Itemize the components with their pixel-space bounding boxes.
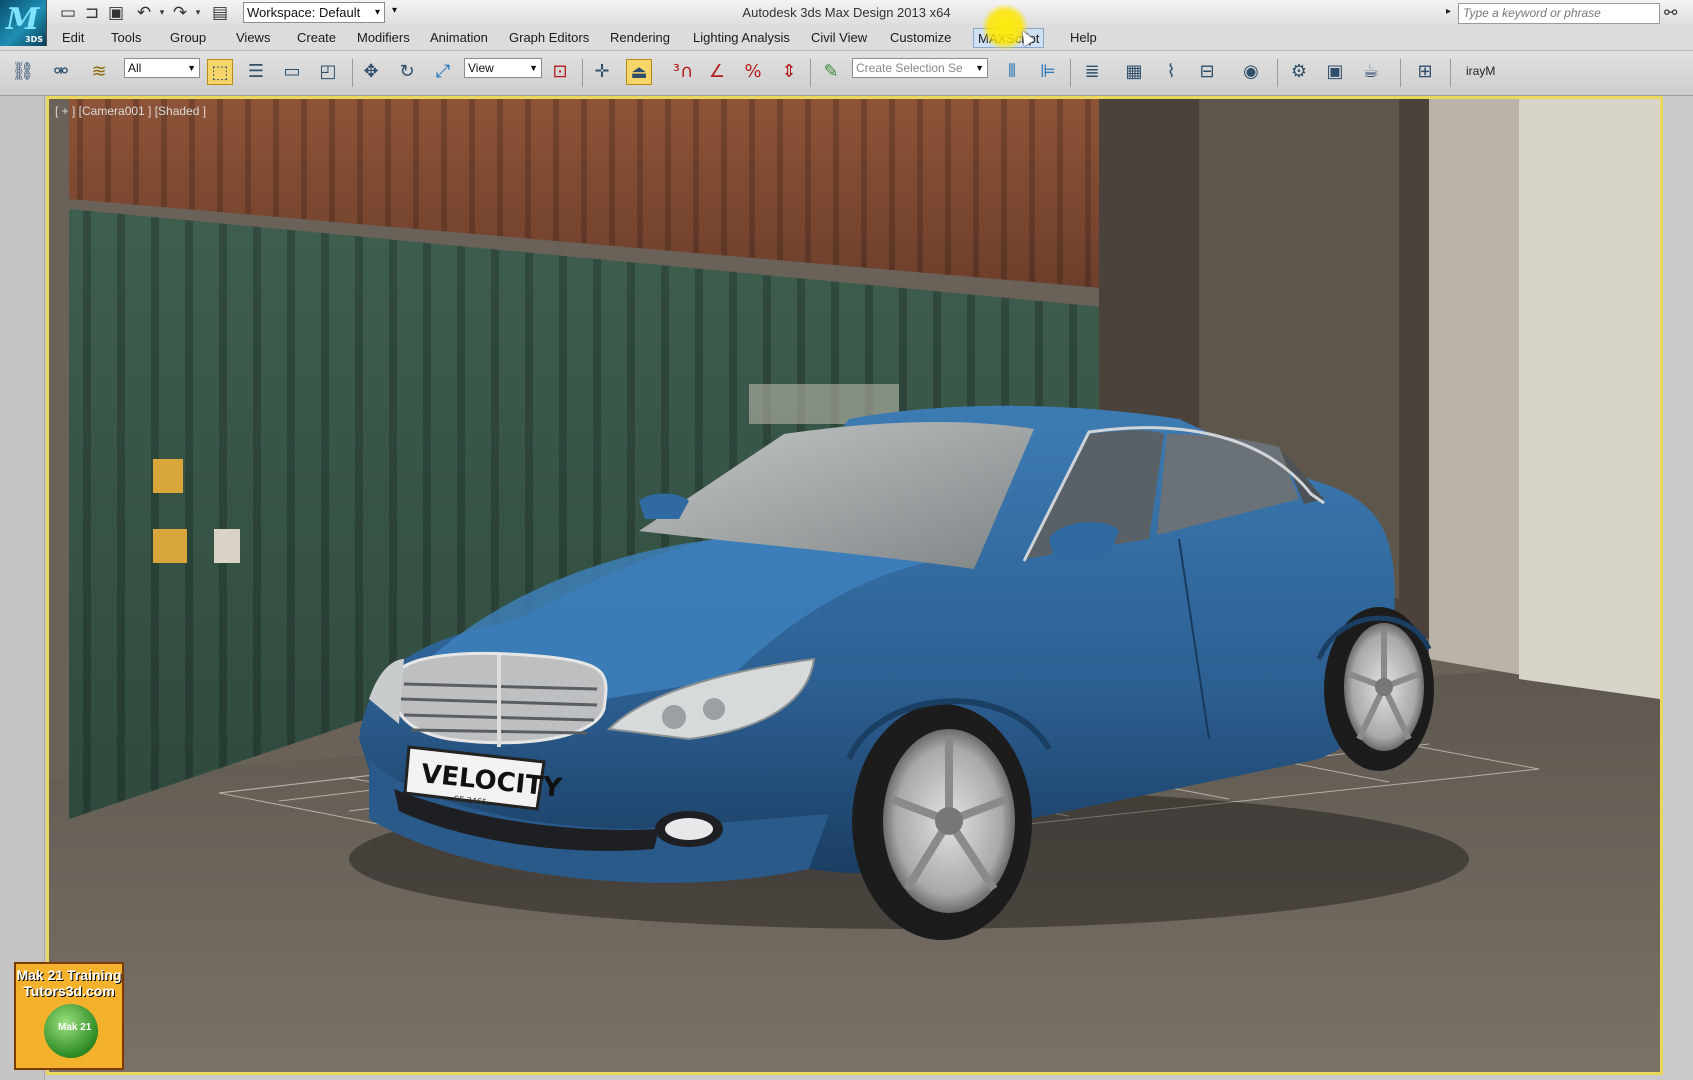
rectangular-selection-icon[interactable]: ▭ [279,59,305,85]
keyboard-shortcut-override-icon[interactable]: ⏏ [626,59,652,85]
align-icon[interactable]: ⊫ [1035,59,1061,85]
rendered-frame-window-icon[interactable]: ▣ [1322,59,1348,85]
window-title: Autodesk 3ds Max Design 2013 x64 [742,5,951,20]
viewport-label[interactable]: [ + ] [Camera001 ] [Shaded ] [55,104,206,118]
title-bar: M 3DS ▭ ⊐ ▣ ↶ ▾ ↷ ▾ ▤ Workspace: Default… [0,0,1693,46]
window-crossing-icon[interactable]: ◰ [315,59,341,85]
training-watermark-logo: Mak 21 Training Tutors3d.com Mak 21 [14,962,124,1070]
main-toolbar: ⛓ ⚮ ≋ All ▼ ⬚ ☰ ▭ ◰ ✥ ↻ ⤢ View ▼ ⊡ ✛ ⏏ ³… [0,51,1693,96]
chevron-down-icon: ▼ [529,63,538,73]
snaps-toggle-icon[interactable]: ³∩ [670,59,696,85]
bind-to-space-warp-icon[interactable]: ≋ [86,59,112,85]
select-and-rotate-icon[interactable]: ↻ [394,59,420,85]
menu-rendering[interactable]: Rendering [606,30,674,48]
select-and-scale-icon[interactable]: ⤢ [430,59,456,85]
menu-civil-view[interactable]: Civil View [807,30,871,48]
reference-coordinate-value: View [468,61,494,75]
edit-named-selection-icon[interactable]: ✎ [818,59,844,85]
select-and-move-icon[interactable]: ✥ [358,59,384,85]
material-editor-icon[interactable]: ◉ [1238,59,1264,85]
menu-edit[interactable]: Edit [58,30,88,48]
pivot-center-icon[interactable]: ⊡ [547,59,573,85]
angle-snap-icon[interactable]: ∠ [704,59,730,85]
menu-modifiers[interactable]: Modifiers [353,30,414,48]
chevron-down-icon: ▼ [187,63,196,73]
menu-views[interactable]: Views [232,30,274,48]
application-button[interactable]: M 3DS [0,0,47,46]
mirror-icon[interactable]: ⫴ [999,59,1025,85]
watermark-line-2: Tutors3d.com [23,983,115,999]
menu-customize[interactable]: Customize [886,30,955,48]
menu-bar: Edit Tools Group Views Create Modifiers … [0,27,1693,51]
graphite-ribbon-icon[interactable]: ▦ [1121,59,1147,85]
unlink-selection-icon[interactable]: ⚮ [48,59,74,85]
curve-editor-icon[interactable]: ⌇ [1158,59,1184,85]
menu-group[interactable]: Group [166,30,210,48]
menu-help[interactable]: Help [1066,30,1101,48]
select-by-name-icon[interactable]: ☰ [243,59,269,85]
menu-graph-editors[interactable]: Graph Editors [505,30,593,48]
search-expand-icon[interactable]: ▸ [1446,6,1451,17]
teapot-icon: Mak 21 [44,1004,98,1058]
named-selection-dropdown[interactable]: Create Selection Se ▼ [852,58,988,78]
selection-filter-value: All [128,61,142,75]
render-setup-icon[interactable]: ⚙ [1286,59,1312,85]
menu-lighting-analysis[interactable]: Lighting Analysis [689,30,794,48]
binoculars-icon[interactable]: ⚯ [1664,3,1677,22]
logo-sub-label: 3DS [25,35,43,44]
camera-viewport[interactable]: [ + ] [Camera001 ] [Shaded ] VELOCITY SE… [46,96,1663,1075]
selection-filter-dropdown[interactable]: All ▼ [124,58,200,78]
teapot-text: Mak 21 [58,1022,92,1033]
layer-manager-icon[interactable]: ≣ [1079,59,1105,85]
named-selection-placeholder: Create Selection Se [856,61,963,75]
command-panel-toggle-icon[interactable]: ⊞ [1412,59,1438,85]
reference-coordinate-dropdown[interactable]: View ▼ [464,58,542,78]
car-model[interactable]: VELOCITY SE 2465 [49,99,1660,1072]
chevron-down-icon: ▼ [975,63,984,73]
active-renderer-label: irayM [1466,64,1496,78]
select-and-link-icon[interactable]: ⛓ [10,59,36,85]
menu-create[interactable]: Create [293,30,340,48]
menu-tools[interactable]: Tools [107,30,145,48]
menu-animation[interactable]: Animation [426,30,492,48]
schematic-view-icon[interactable]: ⊟ [1194,59,1220,85]
render-production-icon[interactable]: ☕ [1358,59,1384,85]
max-logo-icon: M [6,2,39,37]
infocenter-search-input[interactable]: Type a keyword or phrase [1458,3,1660,24]
select-object-icon[interactable]: ⬚ [207,59,233,85]
percent-snap-icon[interactable]: % [740,59,766,85]
spinner-snap-icon[interactable]: ⇕ [776,59,802,85]
watermark-line-1: Mak 21 Training [16,967,122,983]
select-and-manipulate-icon[interactable]: ✛ [589,59,615,85]
left-tool-strip [0,96,45,1080]
